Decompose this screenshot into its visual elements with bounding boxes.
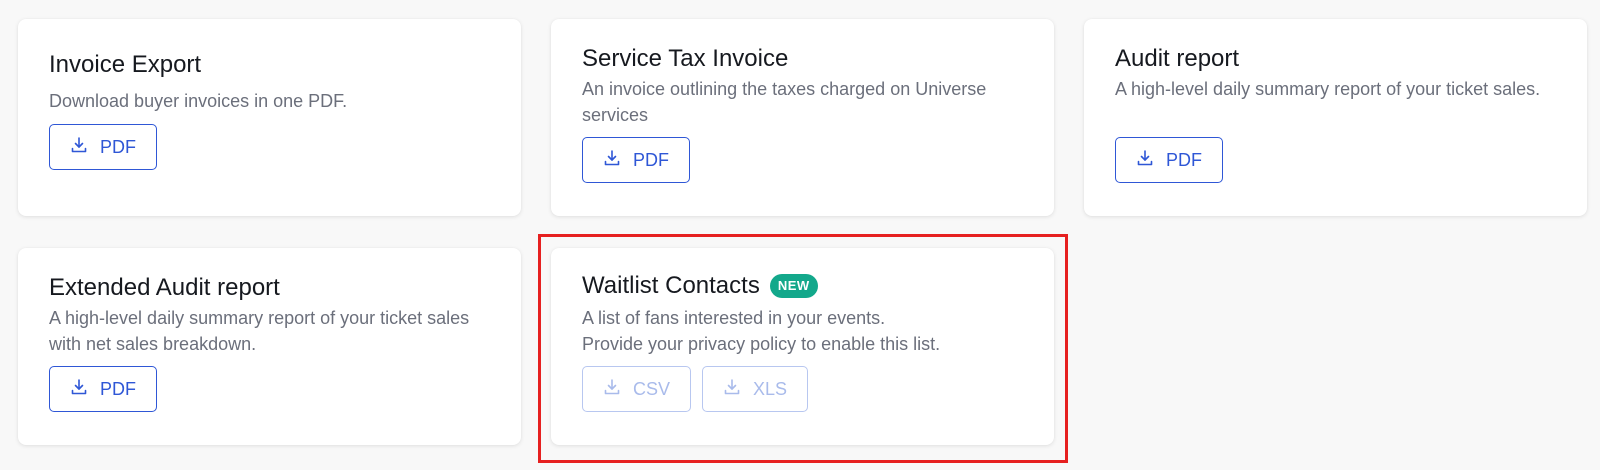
card-invoice-export: Invoice Export Download buyer invoices i… (18, 19, 521, 216)
card-extended-audit-report: Extended Audit report A high-level daily… (18, 248, 521, 445)
csv-download-button[interactable]: CSV (582, 366, 692, 412)
button-label: PDF (100, 378, 136, 399)
new-badge: NEW (769, 274, 818, 298)
card-service-tax-invoice: Service Tax Invoice An invoice outlining… (551, 19, 1054, 216)
card-title-text: Invoice Export (49, 51, 202, 78)
download-icon (603, 149, 621, 172)
card-title: Extended Audit report (49, 274, 280, 302)
download-icon (70, 136, 88, 159)
card-waitlist-contacts: Waitlist Contacts NEW A list of fans int… (551, 248, 1054, 445)
card-title: Audit report (1115, 45, 1239, 73)
pdf-download-button[interactable]: PDF (1115, 137, 1223, 183)
card-title-text: Waitlist Contacts (582, 272, 760, 299)
card-description: Download buyer invoices in one PDF. (49, 91, 348, 111)
pdf-download-button[interactable]: PDF (49, 124, 157, 170)
card-description: A high-level daily summary report of you… (49, 308, 470, 354)
pdf-download-button[interactable]: PDF (582, 137, 690, 183)
button-label: PDF (1166, 149, 1202, 170)
button-label: CSV (633, 378, 671, 399)
button-label: XLS (753, 378, 788, 399)
download-icon (723, 378, 741, 401)
pdf-download-button[interactable]: PDF (49, 366, 157, 412)
card-title: Waitlist Contacts NEW (582, 272, 818, 300)
card-description-line: Provide your privacy policy to enable th… (582, 334, 941, 354)
download-icon (1136, 149, 1154, 172)
card-title-text: Audit report (1115, 45, 1240, 72)
card-title-text: Extended Audit report (49, 274, 280, 301)
card-description: A list of fans interested in your events… (582, 305, 1030, 357)
xls-download-button[interactable]: XLS (702, 366, 809, 412)
download-icon (603, 378, 621, 401)
card-description-line: A list of fans interested in your events… (582, 308, 886, 328)
card-audit-report: Audit report A high-level daily summary … (1084, 19, 1587, 216)
card-title: Invoice Export (49, 51, 201, 79)
card-title-text: Service Tax Invoice (582, 45, 789, 72)
card-title: Service Tax Invoice (582, 45, 788, 73)
button-label: PDF (633, 149, 669, 170)
card-description: A high-level daily summary report of you… (1115, 79, 1541, 99)
card-description: An invoice outlining the taxes charged o… (582, 79, 987, 125)
button-label: PDF (100, 136, 136, 157)
download-icon (70, 378, 88, 401)
